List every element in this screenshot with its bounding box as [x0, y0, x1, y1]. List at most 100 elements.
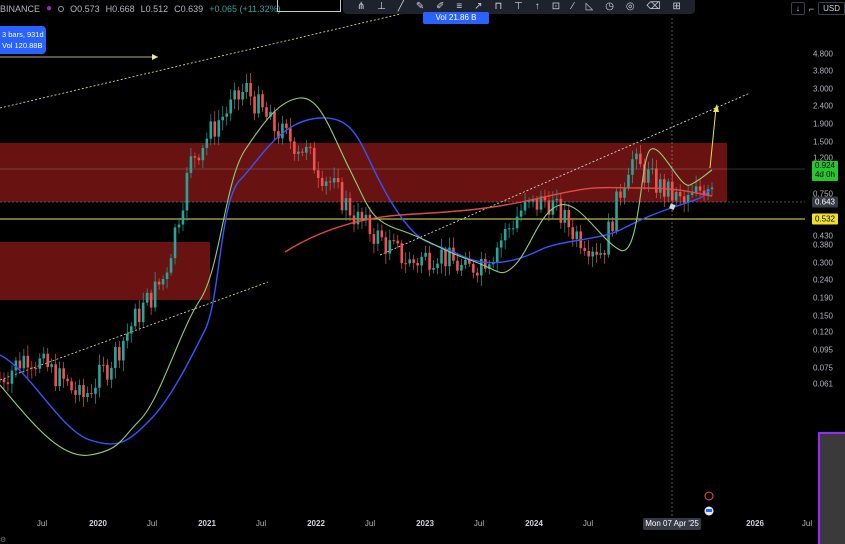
lock-icon[interactable]: ⌐: [809, 4, 814, 14]
candle-body[interactable]: [332, 178, 336, 183]
candle-body[interactable]: [173, 227, 177, 259]
candle-body[interactable]: [10, 370, 14, 384]
candle-body[interactable]: [42, 353, 46, 359]
candle-body[interactable]: [90, 393, 93, 395]
candle-body[interactable]: [710, 187, 714, 190]
candle-body[interactable]: [2, 379, 6, 383]
candle-body[interactable]: [515, 216, 519, 229]
candle-body[interactable]: [336, 178, 340, 183]
candle-body[interactable]: [237, 90, 240, 100]
candle-body[interactable]: [110, 367, 113, 380]
candle-body[interactable]: [153, 281, 157, 308]
arrow-tool-icon[interactable]: ↑: [535, 1, 540, 13]
candle-body[interactable]: [376, 230, 380, 244]
fork-tool-icon[interactable]: ⊤: [514, 1, 523, 13]
candle-body[interactable]: [38, 358, 42, 369]
candle-body[interactable]: [66, 378, 69, 382]
candle-body[interactable]: [615, 191, 618, 232]
candle-body[interactable]: [221, 116, 225, 121]
candle-body[interactable]: [145, 292, 149, 303]
candle-body[interactable]: [603, 253, 606, 255]
candle-body[interactable]: [281, 123, 284, 139]
candle-body[interactable]: [157, 281, 161, 285]
candle-body[interactable]: [301, 151, 304, 153]
candle-body[interactable]: [289, 128, 292, 142]
candle-body[interactable]: [0, 378, 2, 380]
candle-body[interactable]: [424, 252, 427, 257]
eraser-tool-icon[interactable]: ⌫: [646, 1, 660, 13]
candle-body[interactable]: [70, 381, 73, 391]
candle-body[interactable]: [229, 99, 233, 114]
candle-body[interactable]: [320, 178, 324, 186]
candle-body[interactable]: [511, 228, 515, 230]
candle-body[interactable]: [523, 201, 527, 211]
candle-body[interactable]: [205, 138, 209, 149]
trend-line-tool-icon[interactable]: ╱: [398, 1, 404, 13]
candle-body[interactable]: [193, 156, 197, 158]
candle-body[interactable]: [304, 146, 308, 153]
candle-body[interactable]: [209, 121, 213, 139]
candle-body[interactable]: [265, 107, 268, 117]
candle-body[interactable]: [483, 259, 487, 269]
candle-body[interactable]: [106, 364, 109, 380]
candle-body[interactable]: [563, 210, 567, 223]
candle-body[interactable]: [324, 181, 328, 186]
candle-body[interactable]: [400, 243, 404, 264]
candle-body[interactable]: [118, 347, 121, 361]
candle-body[interactable]: [404, 263, 408, 265]
candle-body[interactable]: [308, 146, 312, 148]
candle-body[interactable]: [98, 364, 101, 388]
candle-body[interactable]: [261, 94, 264, 108]
candle-body[interactable]: [535, 198, 539, 210]
candle-body[interactable]: [380, 230, 384, 238]
candle-body[interactable]: [670, 181, 674, 201]
brush-tool-icon[interactable]: ✎: [416, 1, 424, 13]
candle-body[interactable]: [54, 364, 57, 387]
candle-body[interactable]: [241, 91, 244, 100]
candle-body[interactable]: [348, 198, 352, 216]
candle-body[interactable]: [388, 240, 392, 254]
candle-body[interactable]: [316, 170, 320, 179]
candle-body[interactable]: [476, 272, 479, 276]
candle-body[interactable]: [519, 210, 523, 217]
candle-body[interactable]: [651, 168, 654, 170]
candle-body[interactable]: [46, 353, 50, 368]
candle-body[interactable]: [249, 82, 252, 97]
candle-body[interactable]: [293, 141, 296, 154]
candle-body[interactable]: [297, 151, 300, 154]
candle-body[interactable]: [495, 247, 499, 263]
candle-body[interactable]: [396, 240, 400, 244]
candle-body[interactable]: [197, 157, 201, 161]
candle-body[interactable]: [328, 181, 332, 183]
candle-body[interactable]: [567, 210, 571, 228]
candle-body[interactable]: [460, 264, 463, 271]
vertical-line-tool-icon[interactable]: ⊥: [377, 1, 386, 13]
flag-tool-icon[interactable]: ⊡: [552, 1, 560, 13]
candle-body[interactable]: [639, 153, 642, 165]
candle-body[interactable]: [273, 111, 276, 132]
candle-body[interactable]: [503, 228, 507, 241]
candle-body[interactable]: [189, 156, 193, 173]
candle-body[interactable]: [464, 260, 467, 265]
candle-body[interactable]: [62, 368, 65, 379]
candle-body[interactable]: [627, 174, 630, 188]
candle-body[interactable]: [225, 113, 229, 117]
download-icon[interactable]: ↓: [790, 2, 805, 15]
candle-body[interactable]: [181, 210, 185, 225]
candle-body[interactable]: [285, 123, 288, 129]
settings-icon[interactable]: ⚙: [0, 537, 6, 544]
candle-body[interactable]: [698, 186, 702, 191]
candle-body[interactable]: [185, 172, 189, 211]
candle-body[interactable]: [94, 387, 97, 394]
target-tool-icon[interactable]: ◺: [586, 1, 594, 13]
candle-body[interactable]: [78, 385, 81, 395]
candle-body[interactable]: [50, 364, 54, 368]
candle-body[interactable]: [82, 385, 85, 397]
candle-body[interactable]: [595, 251, 598, 255]
candle-body[interactable]: [472, 263, 475, 273]
candle-body[interactable]: [432, 267, 435, 270]
candle-body[interactable]: [392, 240, 396, 242]
candle-body[interactable]: [631, 159, 634, 175]
candle-body[interactable]: [690, 192, 694, 195]
candle-body[interactable]: [559, 198, 563, 223]
